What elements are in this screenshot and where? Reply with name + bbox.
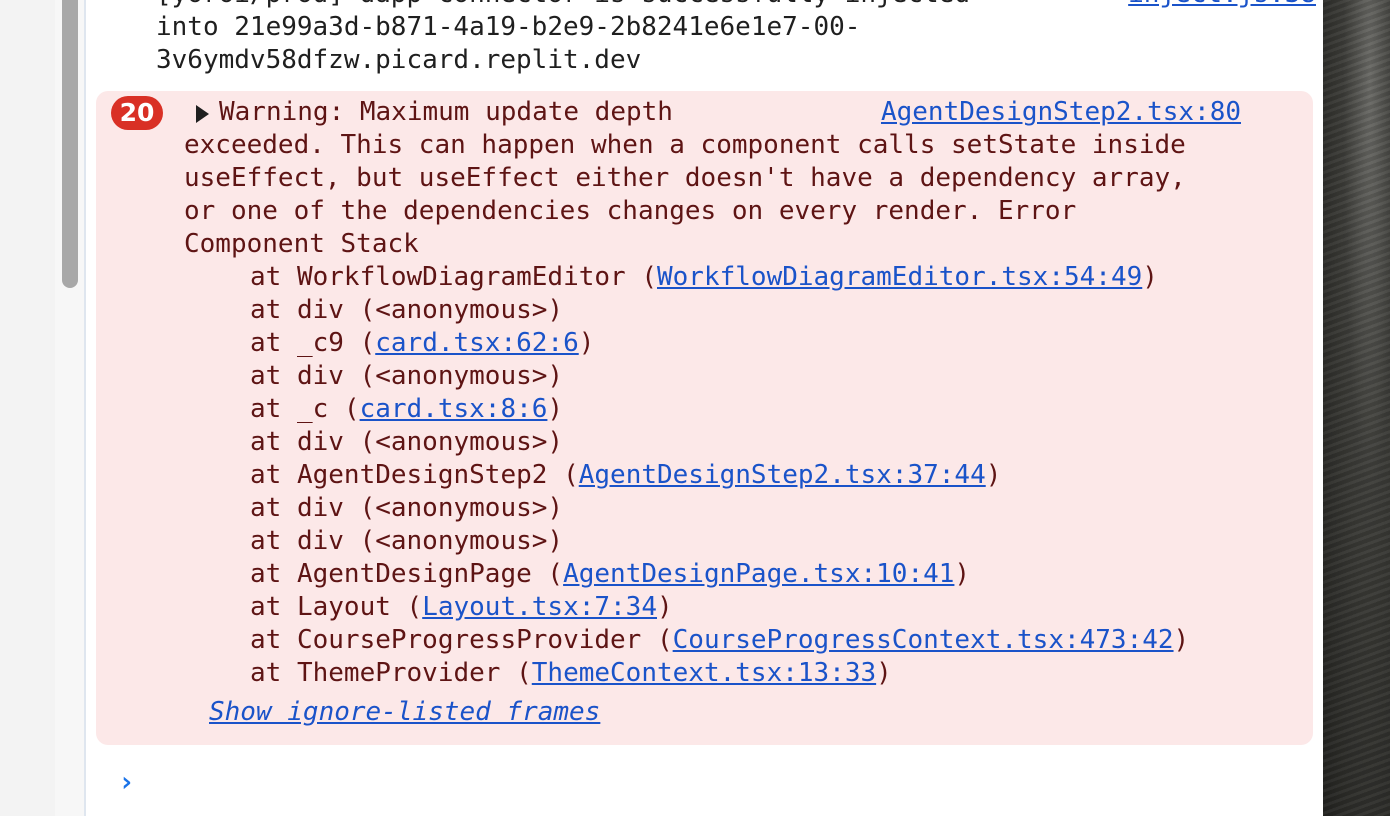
background-window-image: [1323, 0, 1390, 816]
stack-frame-label: at WorkflowDiagramEditor (: [250, 262, 657, 292]
stack-frame-label: at AgentDesignPage (: [250, 559, 564, 589]
previous-source-link[interactable]: inject.js:38: [1128, 0, 1316, 11]
stack-frame-source-link[interactable]: Layout.tsx:7:34: [422, 592, 657, 622]
stack-frame: at Layout (Layout.tsx:7:34): [184, 591, 1244, 624]
stack-frame: at div (<anonymous>): [184, 360, 1244, 393]
stack-frame: at AgentDesignPage (AgentDesignPage.tsx:…: [184, 558, 1244, 591]
stack-frame-source-link[interactable]: ThemeContext.tsx:13:33: [532, 658, 876, 688]
stack-frame-source-link[interactable]: card.tsx:62:6: [375, 328, 579, 358]
show-ignore-listed-frames-link[interactable]: Show ignore-listed frames: [209, 696, 600, 729]
left-gutter: [0, 0, 56, 816]
stack-frame-label: at CourseProgressProvider (: [250, 625, 673, 655]
stack-frame-label: at div (<anonymous>): [250, 493, 564, 523]
stack-frame-suffix: ): [876, 658, 892, 688]
warning-message-line: exceeded. This can happen when a compone…: [184, 130, 1186, 160]
previous-message-line: 3v6ymdv58dfzw.picard.replit.dev: [156, 45, 642, 75]
stack-frame-label: at AgentDesignStep2 (: [250, 460, 579, 490]
stack-frame-suffix: ): [954, 559, 971, 589]
stack-frame-suffix: ): [547, 394, 564, 424]
warning-message-line: useEffect, but useEffect either doesn't …: [184, 163, 1186, 193]
stack-frame: at div (<anonymous>): [184, 294, 1244, 327]
stack-frame-suffix: ): [985, 460, 1002, 490]
stack-frame: at div (<anonymous>): [184, 525, 1244, 558]
stack-frame-source-link[interactable]: CourseProgressContext.tsx:473:42: [673, 625, 1174, 655]
stack-frame: at _c9 (card.tsx:62:6): [184, 327, 1244, 360]
stack-frame-source-link[interactable]: WorkflowDiagramEditor.tsx:54:49: [657, 262, 1142, 292]
stack-frame: at ThemeProvider (ThemeContext.tsx:13:33…: [184, 657, 1244, 690]
console-panel: [yoroi/prod] dapp-connector is successfu…: [86, 0, 1323, 816]
previous-message-line: into 21e99a3d-b871-4a19-b2e9-2b8241e6e1e…: [156, 12, 861, 42]
stack-frame-label: at ThemeProvider (: [250, 658, 532, 688]
stack-frame-suffix: ): [1142, 262, 1158, 292]
stack-frame-label: at div (<anonymous>): [250, 361, 564, 391]
warning-source-link[interactable]: AgentDesignStep2.tsx:80: [881, 96, 1241, 129]
stack-frame-label: at Layout (: [250, 592, 423, 622]
stack-frame-source-link[interactable]: AgentDesignPage.tsx:10:41: [563, 559, 954, 589]
stack-frame: at WorkflowDiagramEditor (WorkflowDiagra…: [184, 261, 1244, 294]
previous-log-message: [yoroi/prod] dapp-connector is successfu…: [156, 0, 1316, 77]
stack-frame-suffix: ): [1173, 625, 1190, 655]
stack-frame-label: at _c (: [250, 394, 360, 424]
stack-frame-label: at div (<anonymous>): [250, 295, 564, 325]
stack-frame: at div (<anonymous>): [184, 492, 1244, 525]
stack-frame-label: at div (<anonymous>): [250, 526, 564, 556]
stack-frame-suffix: ): [578, 328, 595, 358]
stack-frame-label: at _c9 (: [250, 328, 376, 358]
warning-message-line: or one of the dependencies changes on ev…: [184, 196, 1077, 226]
stack-frame: at _c (card.tsx:8:6): [184, 393, 1244, 426]
stack-frame-source-link[interactable]: card.tsx:8:6: [360, 394, 548, 424]
stack-frame-source-link[interactable]: AgentDesignStep2.tsx:37:44: [579, 460, 986, 490]
stack-frame: at AgentDesignStep2 (AgentDesignStep2.ts…: [184, 459, 1244, 492]
stack-frame: at CourseProgressProvider (CourseProgres…: [184, 624, 1244, 657]
warning-message-line: Component Stack: [184, 229, 419, 259]
stack-frame: at div (<anonymous>): [184, 426, 1244, 459]
repeat-count-badge: 20: [111, 96, 163, 130]
warning-text: Warning: Maximum update depth exceeded. T…: [184, 96, 1244, 690]
stack-frame-suffix: ): [657, 592, 673, 622]
stack-frame-label: at div (<anonymous>): [250, 427, 564, 457]
scrollbar-thumb[interactable]: [62, 0, 78, 288]
component-stack: at WorkflowDiagramEditor (WorkflowDiagra…: [184, 261, 1244, 690]
chevron-right-icon[interactable]: ›: [118, 765, 135, 798]
